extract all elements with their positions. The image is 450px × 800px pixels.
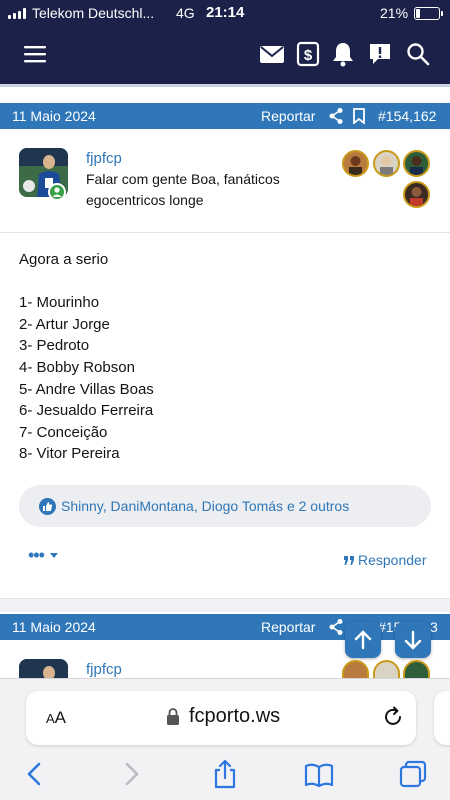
report-link[interactable]: Reportar (261, 108, 315, 124)
post-line: Agora a serio (19, 251, 109, 268)
report-link[interactable]: Reportar (261, 619, 315, 635)
post-line: 7- Conceição (19, 423, 108, 441)
reactions-text[interactable]: Shinny, DaniMontana, Diogo Tomás e 2 out… (61, 498, 349, 514)
browser-toolbar: AAAA fcporto.ws (0, 678, 450, 800)
more-options-button[interactable]: ••• (28, 545, 45, 566)
scroll-up-button[interactable] (345, 622, 381, 658)
trophy-badge-icon[interactable] (342, 150, 369, 177)
navbar-divider (0, 84, 450, 87)
post-line (19, 271, 154, 293)
post-number-tail: 3 (430, 619, 438, 635)
post-date[interactable]: 11 Maio 2024 (12, 619, 96, 635)
carrier-name: Telekom Deutschl... (32, 5, 155, 21)
post-header: 11 Maio 2024 Reportar #15 3 (0, 614, 450, 640)
status-bar: Telekom Deutschl... 4G 21:14 21% (0, 0, 450, 26)
post-header: 11 Maio 2024 Reportar #154,162 (0, 103, 450, 129)
text-size-button[interactable]: AAAA (46, 708, 66, 728)
post-content: Agora a serio 1- Mourinho 2- Artur Jorge… (19, 249, 154, 465)
share-icon[interactable] (328, 618, 344, 636)
user-title: Falar com gente Boa, fanáticos egocentri… (86, 171, 280, 208)
address-bar[interactable]: AAAA fcporto.ws (26, 691, 416, 745)
battery-icon (414, 7, 443, 20)
bell-icon[interactable] (330, 41, 356, 67)
site-navbar: $ (0, 26, 450, 84)
post-line: 2- Artur Jorge (19, 315, 110, 333)
dollar-icon[interactable]: $ (295, 41, 321, 67)
network-type: 4G (176, 5, 195, 21)
mail-icon[interactable] (259, 41, 285, 67)
reload-icon[interactable] (382, 706, 404, 728)
signal-icon (8, 8, 28, 19)
post-line: 3- Pedroto (19, 337, 90, 355)
url-domain[interactable]: fcporto.ws (189, 705, 280, 728)
tabs-icon[interactable] (398, 759, 428, 789)
post-line: 4- Bobby Robson (19, 358, 135, 376)
post-line: 6- Jesualdo Ferreira (19, 402, 154, 420)
post-date[interactable]: 11 Maio 2024 (12, 108, 96, 124)
online-status-icon (48, 183, 66, 201)
back-icon[interactable] (20, 759, 50, 789)
username[interactable]: fjpfcp (86, 150, 122, 167)
clock: 21:14 (206, 4, 245, 21)
trophy-badge-icon[interactable] (403, 150, 430, 177)
trophy-badge-icon[interactable] (403, 181, 430, 208)
post-number[interactable]: #154,162 (378, 108, 436, 124)
post-separator (0, 598, 450, 612)
search-icon[interactable] (405, 41, 431, 67)
scroll-down-button[interactable] (395, 622, 431, 658)
post-line: 1- Mourinho (19, 294, 100, 312)
share-icon[interactable] (328, 107, 344, 125)
trophy-badge-icon[interactable] (342, 660, 369, 678)
chevron-down-icon[interactable] (50, 553, 58, 559)
bookmark-icon[interactable] (352, 108, 366, 124)
next-tab-preview[interactable] (434, 691, 450, 745)
alert-icon[interactable] (367, 41, 393, 67)
username[interactable]: fjpfcp (86, 661, 122, 678)
post-line: 8- Vitor Pereira (19, 445, 120, 463)
battery-percent: 21% (380, 5, 409, 21)
share-icon[interactable] (210, 759, 240, 789)
reactions-bar[interactable]: Shinny, DaniMontana, Diogo Tomás e 2 out… (19, 485, 431, 527)
trophy-badge-icon[interactable] (373, 660, 400, 678)
trophy-badge-icon[interactable] (373, 150, 400, 177)
forward-icon[interactable] (116, 759, 146, 789)
trophy-badge-icon[interactable] (403, 660, 430, 678)
post-divider (0, 232, 450, 233)
avatar[interactable] (19, 659, 68, 678)
svg-text:$: $ (304, 47, 313, 64)
bookmarks-icon[interactable] (304, 759, 334, 789)
reply-button[interactable]: Responder (358, 552, 427, 568)
lock-icon (167, 708, 179, 725)
quote-icon[interactable] (344, 556, 354, 565)
like-icon (39, 498, 56, 515)
menu-icon[interactable] (22, 41, 48, 67)
post-line: 5- Andre Villas Boas (19, 380, 154, 398)
